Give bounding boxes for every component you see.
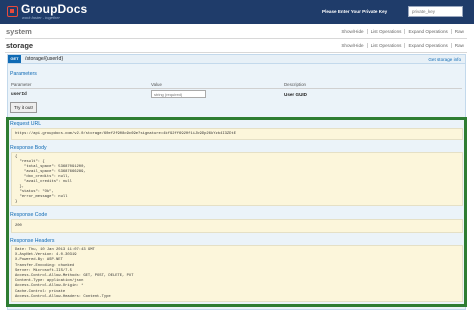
resource-links-storage: Show/Hide List Operations Expand Operation…: [338, 43, 467, 48]
response-headers-box: Date: Thu, 10 Jan 2013 11:07:43 GMT X-Asp…: [11, 245, 463, 302]
http-method-badge[interactable]: GET: [8, 55, 21, 63]
column-description: Description: [284, 82, 306, 87]
resource-system: system Show/Hide List Operations Expand Op…: [5, 26, 467, 39]
response-code-value: 200: [15, 224, 22, 228]
parameter-description: User GUID: [284, 92, 307, 97]
operation-summary[interactable]: Get storage info: [428, 57, 461, 62]
groupdocs-logo[interactable]: GroupDocs work faster - together: [7, 3, 97, 21]
resource-links-system: Show/Hide List Operations Expand Operation…: [338, 29, 467, 34]
response-code-heading: Response Code: [10, 212, 48, 218]
request-url-heading: Request URL: [10, 121, 42, 127]
show-hide-link[interactable]: Show/Hide: [338, 29, 366, 34]
request-url-text[interactable]: https://api.groupdocs.com/v2.0/storage/6…: [15, 132, 236, 136]
operation-path[interactable]: /storage/{userId}: [25, 56, 63, 62]
resource-title-system[interactable]: system: [6, 27, 32, 36]
request-url-box: https://api.groupdocs.com/v2.0/storage/6…: [11, 128, 463, 140]
response-code-box: 200: [11, 219, 463, 233]
response-body-heading: Response Body: [10, 145, 47, 151]
user-id-input[interactable]: [151, 90, 206, 98]
column-parameter: Parameter: [11, 82, 32, 87]
parameter-name: userId: [11, 92, 27, 97]
response-body-line: }: [15, 200, 18, 204]
show-hide-link[interactable]: Show/Hide: [338, 43, 366, 48]
response-header-line: Access-Control-Allow-Headers: Content-Ty…: [15, 294, 111, 299]
operation-heading[interactable]: GET /storage/{userId} Get storage info: [7, 54, 466, 64]
private-key-label: Please Enter Your Private Key: [322, 9, 388, 14]
try-it-out-button[interactable]: Try it out!: [10, 102, 37, 113]
resource-title-storage[interactable]: storage: [6, 41, 33, 50]
expand-operations-link[interactable]: Expand Operations: [404, 29, 451, 34]
parameters-heading: Parameters: [10, 71, 37, 77]
raw-link[interactable]: Raw: [450, 43, 467, 48]
private-key-input[interactable]: [408, 6, 463, 17]
logo-icon: [7, 6, 18, 17]
column-value: Value: [151, 82, 162, 87]
top-bar: GroupDocs work faster - together Please …: [0, 0, 474, 24]
response-body-box: { "result": { "total_space": 53687091200…: [11, 152, 463, 206]
response-headers-heading: Response Headers: [10, 238, 55, 244]
parameter-row: userId User GUID: [10, 89, 462, 100]
raw-link[interactable]: Raw: [450, 29, 467, 34]
list-operations-link[interactable]: List Operations: [366, 29, 405, 34]
parameters-table-header: Parameter Value Description: [10, 82, 462, 89]
resource-storage: storage Show/Hide List Operations Expand O…: [5, 40, 467, 53]
logo-tagline: work faster - together: [22, 15, 60, 20]
expand-operations-link[interactable]: Expand Operations: [404, 43, 451, 48]
list-operations-link[interactable]: List Operations: [366, 43, 405, 48]
